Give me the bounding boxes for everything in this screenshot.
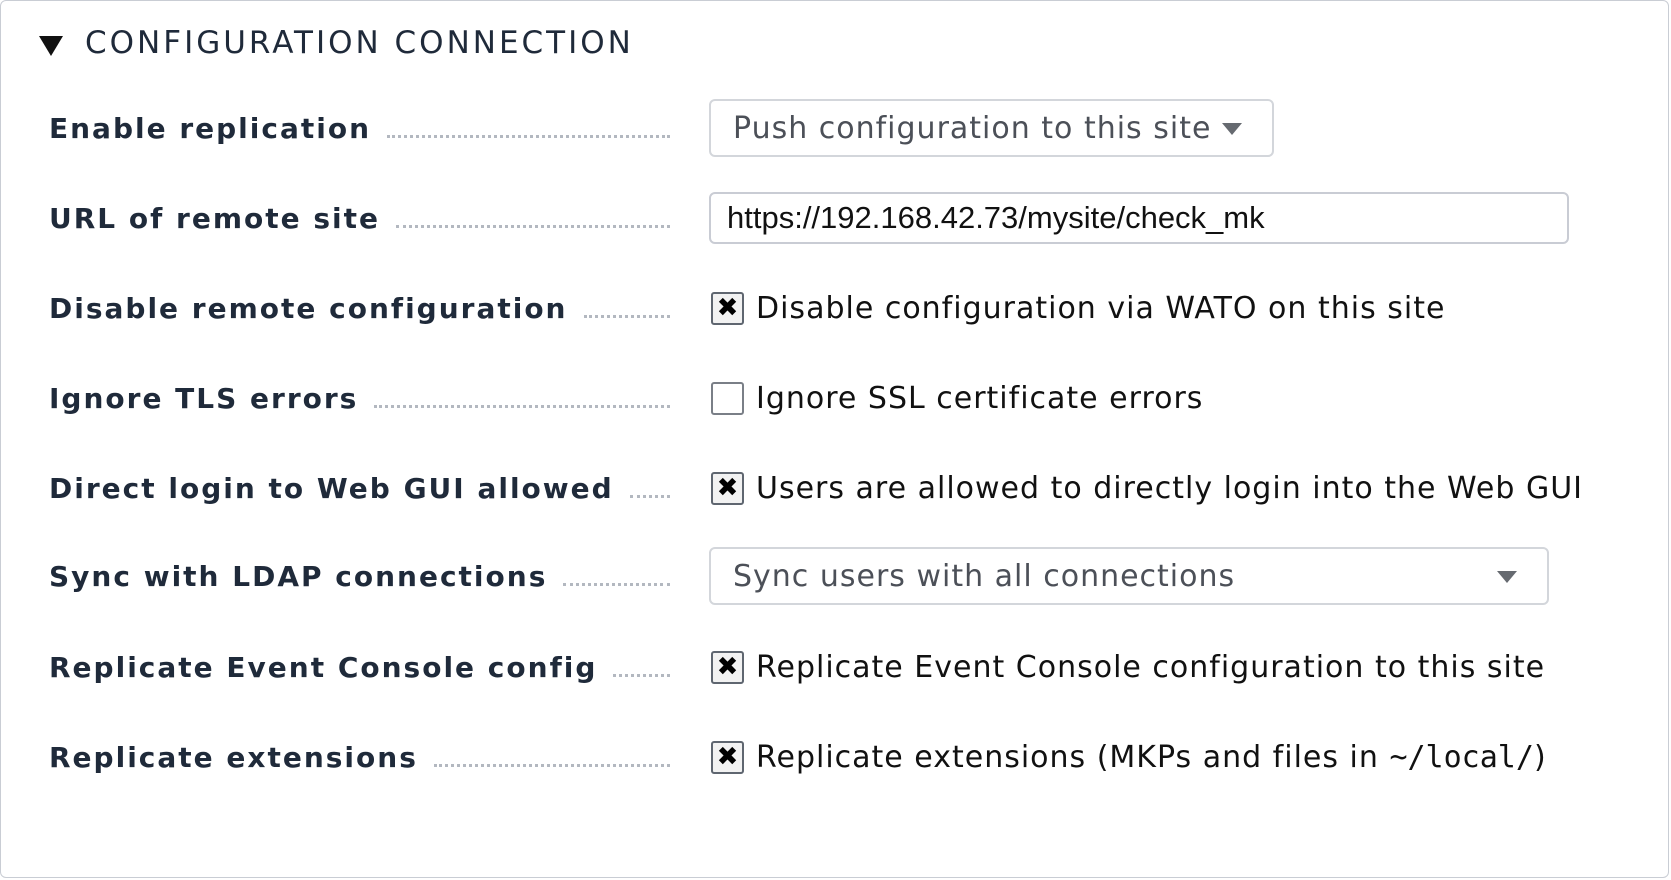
dotted-leader	[563, 582, 670, 586]
check-x-icon: ✖	[716, 652, 739, 682]
replicate-ext-path: ~/local/	[1389, 739, 1534, 775]
sync-ldap-select[interactable]: Sync users with all connections	[709, 547, 1549, 605]
replicate-ext-text-before: Replicate extensions (MKPs and files in	[756, 739, 1390, 775]
select-value: Push configuration to this site	[733, 110, 1212, 146]
control	[709, 186, 1569, 250]
control: Sync users with all connections	[709, 544, 1549, 608]
check-x-icon: ✖	[716, 473, 739, 503]
direct-login-label: Direct login to Web GUI allowed	[49, 471, 614, 505]
label-wrap: Disable remote configuration	[49, 276, 670, 340]
replicate-ext-checkbox[interactable]: ✖	[711, 740, 744, 774]
direct-login-checkbox[interactable]: ✖	[711, 471, 744, 505]
configuration-connection-panel: CONFIGURATION CONNECTION Enable replicat…	[0, 0, 1669, 878]
direct-login-text: Users are allowed to directly login into…	[756, 470, 1584, 506]
url-remote-site-label: URL of remote site	[49, 201, 381, 235]
control: ✖ Users are allowed to directly login in…	[709, 456, 1583, 520]
ignore-tls-checkbox[interactable]	[711, 381, 744, 415]
row-url-remote-site: URL of remote site	[49, 186, 1649, 250]
disable-remote-config-checkbox[interactable]: ✖	[711, 291, 744, 325]
control: Push configuration to this site	[709, 96, 1274, 160]
chevron-down-icon	[1497, 571, 1517, 583]
ignore-tls-text: Ignore SSL certificate errors	[756, 380, 1204, 416]
row-disable-remote-config: Disable remote configuration ✖ Disable c…	[49, 276, 1649, 340]
check-x-icon: ✖	[716, 293, 739, 323]
replicate-ext-label: Replicate extensions	[49, 740, 418, 774]
replicate-ext-text-after: )	[1533, 739, 1547, 775]
control: ✖ Replicate Event Console configuration …	[709, 635, 1545, 699]
label-wrap: Replicate extensions	[49, 725, 670, 789]
ignore-tls-label: Ignore TLS errors	[49, 381, 359, 415]
row-replicate-ext: Replicate extensions ✖ Replicate extensi…	[49, 725, 1649, 789]
check-x-icon: ✖	[716, 742, 739, 772]
enable-replication-select[interactable]: Push configuration to this site	[709, 99, 1274, 157]
row-sync-ldap: Sync with LDAP connections Sync users wi…	[49, 544, 1649, 608]
row-replicate-ec: Replicate Event Console config ✖ Replica…	[49, 635, 1649, 699]
label-wrap: Ignore TLS errors	[49, 366, 670, 430]
dotted-leader	[629, 494, 670, 498]
label-wrap: URL of remote site	[49, 186, 670, 250]
sync-ldap-label: Sync with LDAP connections	[49, 559, 548, 593]
disable-remote-config-text: Disable configuration via WATO on this s…	[756, 290, 1446, 326]
dotted-leader	[613, 673, 670, 677]
dotted-leader	[396, 224, 670, 228]
dotted-leader	[387, 134, 670, 138]
label-wrap: Enable replication	[49, 96, 670, 160]
dotted-leader	[374, 404, 670, 408]
label-wrap: Direct login to Web GUI allowed	[49, 456, 670, 520]
select-value: Sync users with all connections	[733, 558, 1236, 594]
dotted-leader	[583, 314, 670, 318]
label-wrap: Replicate Event Console config	[49, 635, 670, 699]
control: ✖ Replicate extensions (MKPs and files i…	[709, 725, 1547, 789]
replicate-ec-checkbox[interactable]: ✖	[711, 650, 744, 684]
url-remote-site-input[interactable]	[709, 192, 1569, 244]
control: ✖ Disable configuration via WATO on this…	[709, 276, 1445, 340]
row-direct-login: Direct login to Web GUI allowed ✖ Users …	[49, 456, 1649, 520]
replicate-ext-text: Replicate extensions (MKPs and files in …	[756, 740, 1547, 775]
row-ignore-tls: Ignore TLS errors Ignore SSL certificate…	[49, 366, 1649, 430]
triangle-down-icon[interactable]	[39, 36, 63, 56]
disable-remote-config-label: Disable remote configuration	[49, 291, 568, 325]
enable-replication-label: Enable replication	[49, 111, 372, 145]
replicate-ec-label: Replicate Event Console config	[49, 650, 598, 684]
section-title: CONFIGURATION CONNECTION	[85, 25, 634, 61]
label-wrap: Sync with LDAP connections	[49, 544, 670, 608]
dotted-leader	[433, 763, 670, 767]
replicate-ec-text: Replicate Event Console configuration to…	[756, 649, 1546, 685]
control: Ignore SSL certificate errors	[709, 366, 1203, 430]
section-header[interactable]: CONFIGURATION CONNECTION	[39, 23, 634, 63]
row-enable-replication: Enable replication Push configuration to…	[49, 96, 1649, 160]
chevron-down-icon	[1222, 123, 1242, 135]
